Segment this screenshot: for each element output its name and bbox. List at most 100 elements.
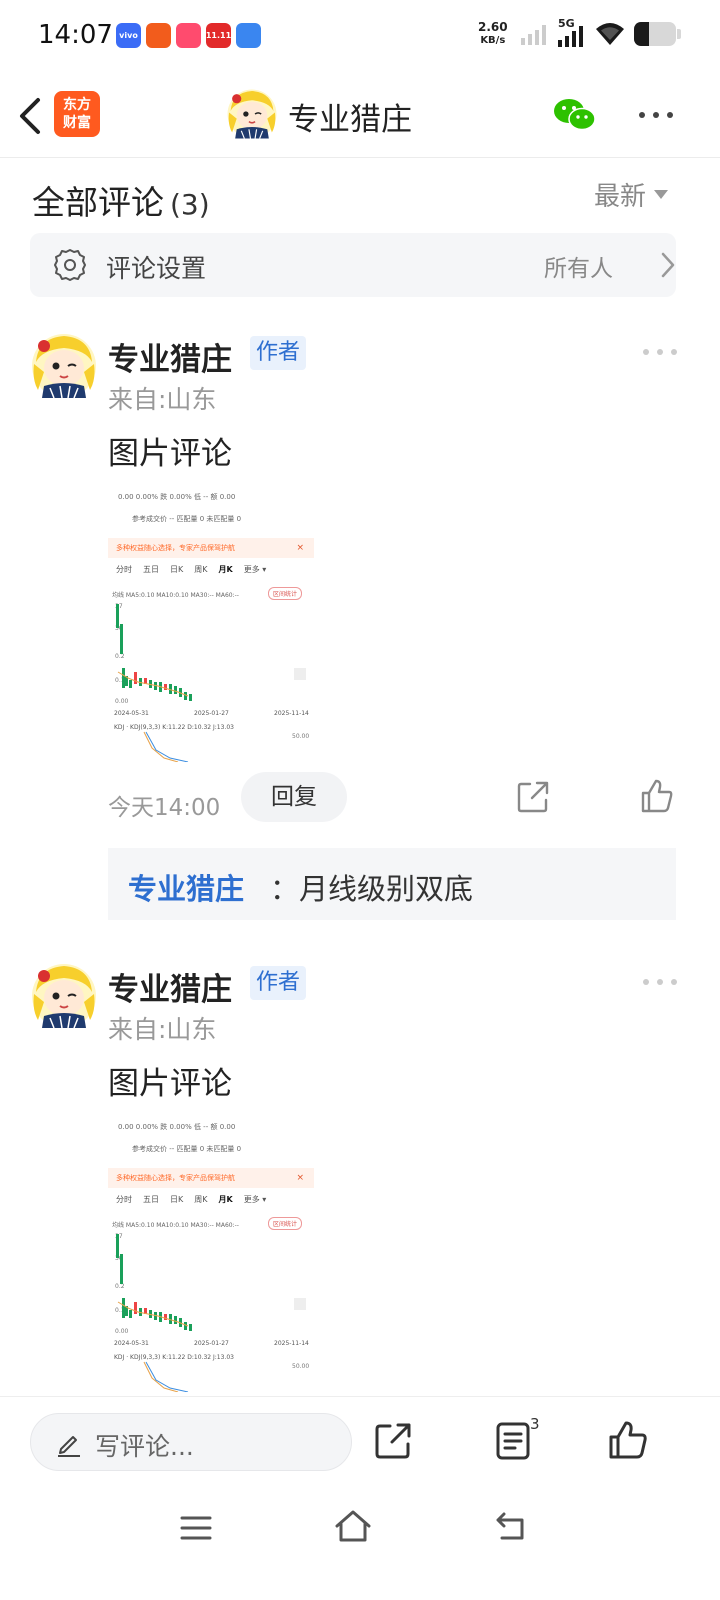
author-location: 来自:山东 xyxy=(108,385,217,414)
comment-text: 图片评论 xyxy=(108,1066,232,1102)
image-period-tab: 分时 xyxy=(116,565,132,574)
image-period-tab: 更多 ▾ xyxy=(243,1195,267,1204)
comments-heading-label: 全部评论 xyxy=(32,183,164,222)
app-logo[interactable]: 东方 财富 xyxy=(54,91,100,137)
image-kdj-label: KDJ · KDJ(9,3,3) K:11.22 D:10.32 J:13.03 xyxy=(114,724,234,731)
network-speed-unit: KB/s xyxy=(480,35,506,46)
image-y-label: 0.2 xyxy=(115,1283,125,1290)
comments-list-icon[interactable] xyxy=(496,1422,530,1460)
reply-author[interactable]: 专业猎庄 xyxy=(128,866,244,908)
comment-settings-value: 所有人 xyxy=(544,256,613,282)
image-banner-close: × xyxy=(296,543,304,553)
image-quote-row: 参考成交价 -- 匹配量 0 未匹配量 0 xyxy=(132,515,242,523)
image-period-tab: 分时 xyxy=(116,1195,132,1204)
back-arrow-icon[interactable] xyxy=(14,94,50,138)
caret-down-icon xyxy=(654,190,669,199)
write-comment-input[interactable]: 写评论... xyxy=(30,1413,352,1471)
image-candle xyxy=(134,672,137,684)
image-x-label: 2025-01-27 xyxy=(194,1340,229,1347)
author-location: 来自:山东 xyxy=(108,1015,217,1044)
author-name[interactable]: 专业猎庄 xyxy=(108,334,232,379)
header-avatar[interactable] xyxy=(226,88,278,140)
sort-dropdown[interactable]: 最新 xyxy=(594,176,669,213)
image-candle xyxy=(129,1310,132,1318)
image-expand-icon xyxy=(294,1298,306,1310)
share-icon[interactable] xyxy=(374,1422,412,1460)
comment-more-icon[interactable] xyxy=(640,974,680,990)
image-period-tab: 五日 xyxy=(143,565,159,574)
reply-preview[interactable]: 专业猎庄 ：月线级别双底 xyxy=(108,848,676,920)
image-ma-line: 均线 MA5:0.10 MA10:0.10 MA30:-- MA60:-- xyxy=(112,1222,239,1229)
reply-text: ：月线级别双底 xyxy=(270,872,474,906)
image-candle xyxy=(174,1316,177,1324)
status-indicators: 5G xyxy=(520,17,681,48)
more-options-icon[interactable] xyxy=(636,98,676,132)
image-x-label: 2025-01-27 xyxy=(194,710,229,717)
image-candle xyxy=(122,668,125,688)
image-candlestick-chart: 37300.20.10.002024-05-312025-01-272025-1… xyxy=(114,603,309,762)
pencil-icon xyxy=(58,1436,80,1457)
image-x-label: 2025-11-14 xyxy=(274,1340,309,1347)
image-period-tab: 月K xyxy=(218,1195,233,1204)
image-interval-button: 区间统计 xyxy=(268,587,303,600)
image-candle xyxy=(164,1314,167,1320)
image-candle xyxy=(120,1254,123,1284)
logo-line-2: 财富 xyxy=(63,115,91,131)
image-quote-row: 0.00 0.00% 跌 0.00% 低 -- 额 0.00 xyxy=(118,493,236,501)
image-candle xyxy=(164,684,167,690)
network-speed-value: 2.60 xyxy=(478,20,508,34)
image-y-label: 0.00 xyxy=(115,698,129,705)
image-candle xyxy=(189,1324,192,1331)
image-quote-row: 参考成交价 -- 匹配量 0 未匹配量 0 xyxy=(132,1145,242,1153)
author-avatar[interactable] xyxy=(30,332,98,400)
author-name[interactable]: 专业猎庄 xyxy=(108,964,232,1009)
comment-more-icon[interactable] xyxy=(640,344,680,360)
reply-button[interactable]: 回复 xyxy=(241,772,347,822)
image-candle xyxy=(184,692,187,700)
image-kdj-level: 50.00 xyxy=(292,733,309,740)
comment-settings-row[interactable]: 评论设置 所有人 xyxy=(30,233,676,297)
home-icon[interactable] xyxy=(334,1508,372,1544)
image-interval-button: 区间统计 xyxy=(268,1217,303,1230)
header-title: 专业猎庄 xyxy=(288,102,412,138)
chevron-right-icon xyxy=(661,252,675,278)
comment-card: 专业猎庄 作者 来自:山东 图片评论 0.00 0.00% 跌 0.00% 低 … xyxy=(0,962,720,1396)
thumbs-up-icon[interactable] xyxy=(608,1420,648,1460)
bottom-action-bar: 写评论... 3 xyxy=(0,1396,720,1488)
comments-heading: 全部评论 (3) xyxy=(32,176,210,224)
author-badge: 作者 xyxy=(250,336,307,370)
image-kdj-curve xyxy=(145,731,189,762)
image-period-tab: 日K xyxy=(170,1195,184,1204)
image-x-label: 2024-05-31 xyxy=(114,1340,149,1347)
image-kdj-level: 50.00 xyxy=(292,1363,309,1370)
gear-icon xyxy=(54,249,86,281)
image-x-label: 2024-05-31 xyxy=(114,710,149,717)
image-candlestick-chart: 37300.20.10.002024-05-312025-01-272025-1… xyxy=(114,1233,309,1392)
thumbs-up-icon[interactable] xyxy=(640,778,674,814)
image-y-label: 0.2 xyxy=(115,653,125,660)
back-nav-icon[interactable] xyxy=(494,1510,528,1542)
image-period-tab: 五日 xyxy=(143,1195,159,1204)
image-period-tab: 月K xyxy=(218,565,233,574)
network-speed: 2.60 KB/s xyxy=(478,21,508,47)
shopping-app-icon: 11.11 xyxy=(206,23,231,48)
comment-image[interactable]: 0.00 0.00% 跌 0.00% 低 -- 额 0.00 参考成交价 -- 匹… xyxy=(108,1114,314,1392)
share-icon[interactable] xyxy=(516,780,550,814)
wechat-share-icon[interactable] xyxy=(553,97,597,133)
comment-image[interactable]: 0.00 0.00% 跌 0.00% 低 -- 额 0.00 参考成交价 -- 匹… xyxy=(108,484,314,762)
image-y-label: 0.00 xyxy=(115,1328,129,1335)
blue-app-icon xyxy=(236,23,261,48)
image-ma-line: 均线 MA5:0.10 MA10:0.10 MA30:-- MA60:-- xyxy=(112,592,239,599)
author-avatar[interactable] xyxy=(30,962,98,1030)
image-banner: 多种权益随心选择，专家产品保驾护航 × xyxy=(108,538,314,558)
comment-text: 图片评论 xyxy=(108,436,232,472)
image-candle xyxy=(129,680,132,688)
image-candle xyxy=(120,624,123,654)
image-candle xyxy=(116,604,119,628)
image-x-label: 2025-11-14 xyxy=(274,710,309,717)
logo-line-1: 东方 xyxy=(63,97,91,113)
image-kdj-label: KDJ · KDJ(9,3,3) K:11.22 D:10.32 J:13.03 xyxy=(114,1354,234,1361)
status-bar: 14:07 vivo 11.11 2.60 KB/s 5G xyxy=(0,0,720,72)
menu-icon[interactable] xyxy=(180,1514,212,1542)
wifi-icon xyxy=(596,23,624,45)
